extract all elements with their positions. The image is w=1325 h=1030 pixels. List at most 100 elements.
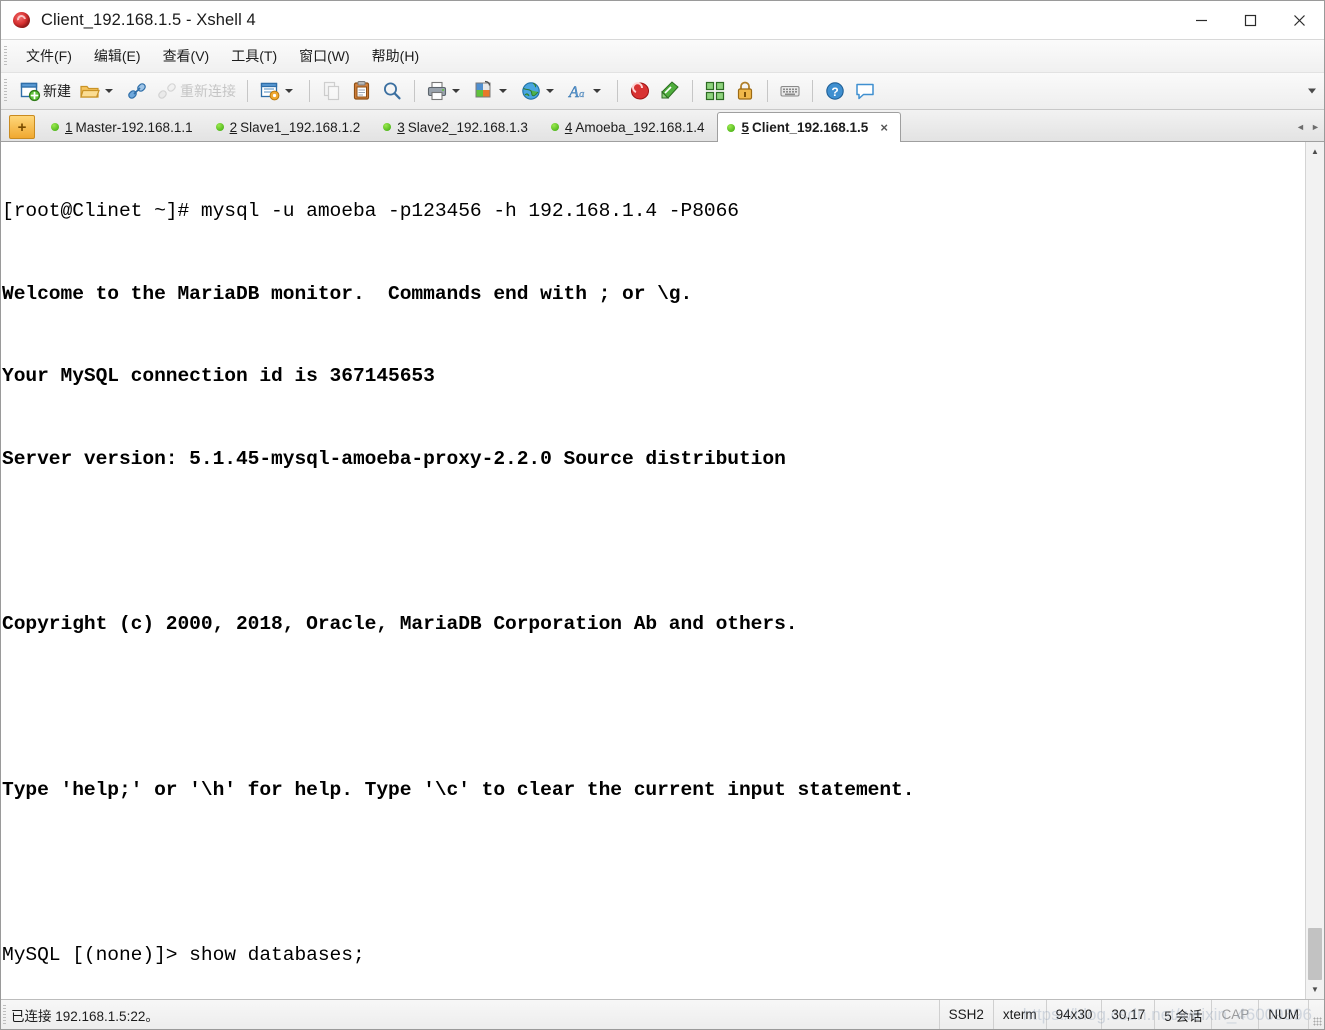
menu-help[interactable]: 帮助(H) bbox=[361, 43, 430, 69]
toolbar-separator-3 bbox=[414, 80, 415, 102]
new-window-icon bbox=[19, 80, 41, 102]
copy-icon bbox=[321, 80, 343, 102]
tab-index: 1 bbox=[65, 119, 73, 135]
scroll-up-icon[interactable]: ▲ bbox=[1306, 142, 1324, 161]
menu-tools[interactable]: 工具(T) bbox=[220, 43, 288, 69]
speech-bubble-icon bbox=[854, 80, 876, 102]
menu-window[interactable]: 窗口(W) bbox=[288, 43, 361, 69]
toolbar-separator-1 bbox=[247, 80, 248, 102]
compose-bar-button[interactable] bbox=[775, 76, 805, 106]
window-title: Client_192.168.1.5 - Xshell 4 bbox=[41, 10, 256, 29]
maximize-button[interactable] bbox=[1226, 1, 1275, 39]
terminal-line: Server version: 5.1.45-mysql-amoeba-prox… bbox=[2, 448, 786, 471]
scrollbar-thumb[interactable] bbox=[1308, 928, 1322, 980]
session-tab-4[interactable]: 4 Amoeba_192.168.1.4 bbox=[541, 112, 718, 141]
tab-scroll-left-icon[interactable]: ◄ bbox=[1294, 116, 1307, 138]
session-tab-5[interactable]: 5 Client_192.168.1.5 × bbox=[717, 112, 901, 142]
lock-button[interactable] bbox=[730, 76, 760, 106]
color-palette-icon bbox=[473, 80, 495, 102]
minimize-button[interactable] bbox=[1177, 1, 1226, 39]
status-terminal-size: 94x30 bbox=[1045, 1000, 1102, 1029]
paste-clipboard-icon bbox=[351, 80, 373, 102]
status-terminal-type: xterm bbox=[992, 1000, 1046, 1029]
status-indicators: SSH2 xterm 94x30 30,17 5 会话 CAP NUM bbox=[938, 1000, 1324, 1029]
tab-status-dot bbox=[727, 123, 736, 132]
color-scheme-button[interactable] bbox=[469, 76, 516, 106]
globe-button[interactable] bbox=[516, 76, 563, 106]
tab-label: Master-192.168.1.1 bbox=[75, 119, 193, 135]
tab-label: Slave2_192.168.1.3 bbox=[407, 119, 528, 135]
find-button[interactable] bbox=[377, 76, 407, 106]
print-button[interactable] bbox=[422, 76, 469, 106]
toolbar-separator-4 bbox=[617, 80, 618, 102]
print-dropdown-caret[interactable] bbox=[452, 89, 460, 93]
xftp-green-icon bbox=[659, 80, 681, 102]
xftp-shortcut-button[interactable] bbox=[655, 76, 685, 106]
status-bar: 已连接 192.168.1.5:22。 https://blog.csdn.ne… bbox=[1, 1000, 1324, 1029]
tab-close-icon[interactable]: × bbox=[880, 121, 888, 134]
menu-edit[interactable]: 编辑(E) bbox=[83, 43, 152, 69]
toolbar-separator-7 bbox=[812, 80, 813, 102]
plus-icon: + bbox=[17, 118, 27, 136]
feedback-button[interactable] bbox=[850, 76, 880, 106]
folder-open-icon bbox=[79, 80, 101, 102]
scroll-down-icon[interactable]: ▼ bbox=[1306, 980, 1324, 999]
terminal-line: Type 'help;' or '\h' for help. Type '\c'… bbox=[2, 778, 915, 801]
tab-status-dot bbox=[383, 123, 392, 131]
disconnect-plug-icon bbox=[156, 80, 178, 102]
svg-text:A: A bbox=[568, 84, 579, 101]
xshell-shortcut-button[interactable] bbox=[625, 76, 655, 106]
session-manager-button[interactable] bbox=[255, 76, 302, 106]
open-session-button[interactable] bbox=[75, 76, 122, 106]
session-tab-3[interactable]: 3 Slave2_192.168.1.3 bbox=[373, 112, 541, 141]
status-caps-lock: CAP bbox=[1211, 1000, 1258, 1029]
status-session-count: 5 会话 bbox=[1154, 1000, 1211, 1029]
color-scheme-dropdown-caret[interactable] bbox=[499, 89, 507, 93]
session-tab-2[interactable]: 2 Slave1_192.168.1.2 bbox=[206, 112, 374, 141]
tile-windows-icon bbox=[704, 80, 726, 102]
session-tab-1[interactable]: 1 Master-192.168.1.1 bbox=[41, 112, 206, 141]
connection-status: 已连接 192.168.1.5:22。 bbox=[11, 1008, 159, 1024]
font-dropdown-caret[interactable] bbox=[593, 89, 601, 93]
new-tab-button[interactable]: + bbox=[9, 115, 35, 139]
tab-label: Client_192.168.1.5 bbox=[751, 120, 869, 135]
terminal-line: [root@Clinet ~]# mysql -u amoeba -p12345… bbox=[2, 200, 739, 223]
lock-icon bbox=[734, 80, 756, 102]
close-button[interactable] bbox=[1275, 1, 1324, 39]
new-session-button[interactable]: 新建 bbox=[15, 76, 75, 106]
keyboard-icon bbox=[779, 80, 801, 102]
session-properties-icon bbox=[259, 80, 281, 102]
menu-view[interactable]: 查看(V) bbox=[152, 43, 221, 69]
terminal-scrollbar[interactable]: ▲ ▼ bbox=[1305, 142, 1324, 999]
xshell-icon bbox=[12, 10, 32, 30]
tab-scroll-right-icon[interactable]: ► bbox=[1309, 116, 1322, 138]
connect-button[interactable] bbox=[122, 76, 152, 106]
menu-file[interactable]: 文件(F) bbox=[15, 43, 83, 69]
paste-button[interactable] bbox=[347, 76, 377, 106]
toolbar-separator-6 bbox=[767, 80, 768, 102]
title-bar: Client_192.168.1.5 - Xshell 4 bbox=[1, 1, 1324, 39]
tab-scroll-controls: ◄ ► bbox=[1294, 116, 1322, 138]
resize-grip-icon[interactable] bbox=[1308, 1000, 1324, 1029]
globe-dropdown-caret[interactable] bbox=[546, 89, 554, 93]
terminal-line: Welcome to the MariaDB monitor. Commands… bbox=[2, 282, 693, 305]
terminal-output[interactable]: [root@Clinet ~]# mysql -u amoeba -p12345… bbox=[1, 142, 1305, 999]
session-manager-dropdown-caret[interactable] bbox=[285, 89, 293, 93]
help-question-icon: ? bbox=[824, 80, 846, 102]
font-letter-a-icon: A a bbox=[567, 80, 589, 102]
arrange-windows-button[interactable] bbox=[700, 76, 730, 106]
help-button[interactable]: ? bbox=[820, 76, 850, 106]
scrollbar-track[interactable] bbox=[1306, 161, 1324, 980]
toolbar-overflow-chevron[interactable] bbox=[1308, 88, 1316, 94]
status-protocol: SSH2 bbox=[938, 1000, 993, 1029]
open-session-dropdown-caret[interactable] bbox=[105, 89, 113, 93]
tab-status-dot bbox=[215, 123, 224, 131]
session-tab-bar: + 1 Master-192.168.1.1 2 Slave1_192.168.… bbox=[1, 110, 1324, 142]
tab-label: Slave1_192.168.1.2 bbox=[240, 119, 361, 135]
reconnect-button[interactable]: 重新连接 bbox=[152, 76, 240, 106]
copy-button[interactable] bbox=[317, 76, 347, 106]
status-cursor-position: 30,17 bbox=[1101, 1000, 1154, 1029]
tab-status-dot bbox=[51, 123, 59, 131]
font-button[interactable]: A a bbox=[563, 76, 610, 106]
